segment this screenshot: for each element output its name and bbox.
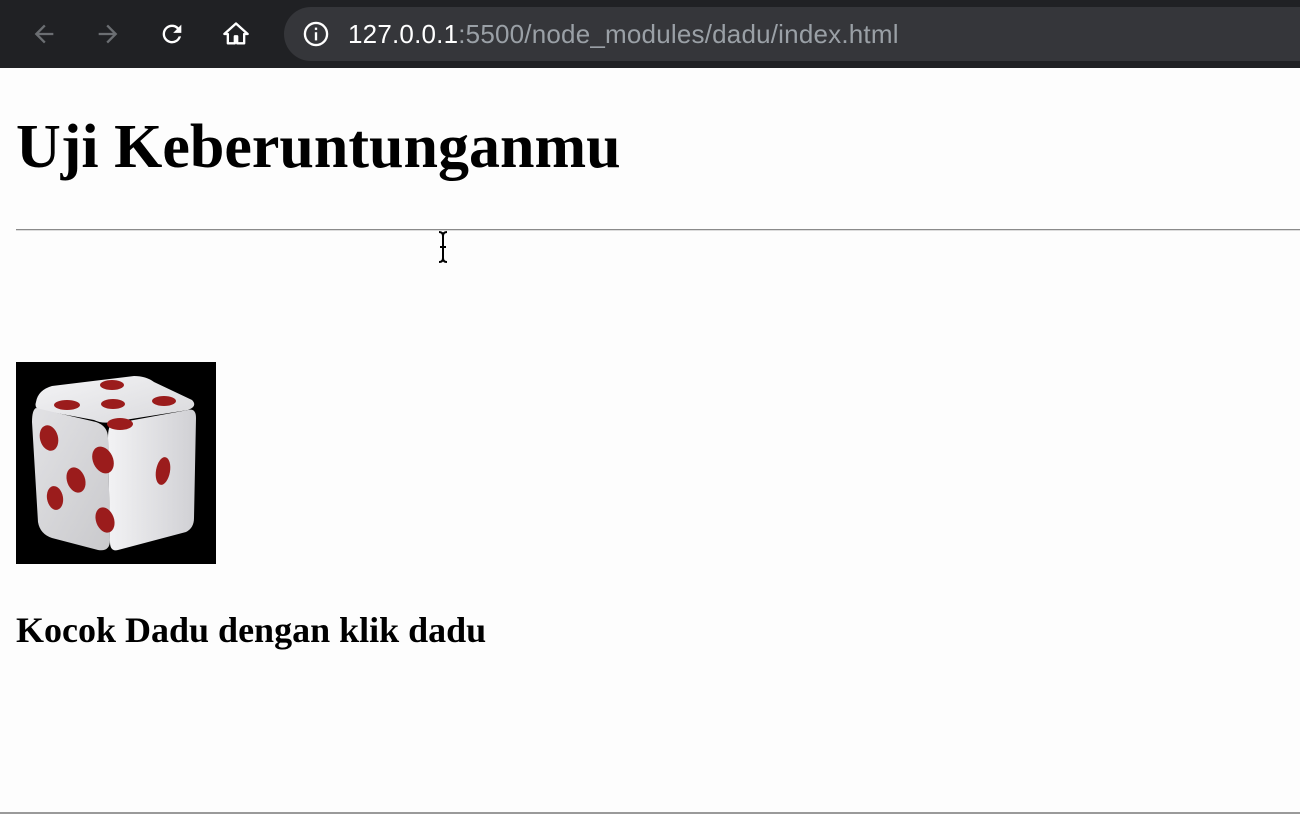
address-bar[interactable]: 127.0.0.1:5500/node_modules/dadu/index.h… <box>284 7 1300 61</box>
page-title: Uji Keberuntunganmu <box>16 113 621 181</box>
home-button[interactable] <box>214 12 258 56</box>
dice-caption: Kocok Dadu dengan klik dadu <box>16 610 487 650</box>
forward-button[interactable] <box>86 12 130 56</box>
url-host: 127.0.0.1 <box>348 18 459 49</box>
text-cursor-icon <box>438 231 448 263</box>
horizontal-rule <box>16 229 1300 231</box>
url-path: :5500/node_modules/dadu/index.html <box>458 18 899 49</box>
info-icon[interactable] <box>302 20 330 48</box>
forward-arrow-icon <box>98 24 118 44</box>
back-button[interactable] <box>22 12 66 56</box>
dice-image[interactable] <box>16 362 216 564</box>
home-icon <box>223 22 249 45</box>
reload-icon <box>162 24 182 44</box>
dice-icon <box>32 376 196 551</box>
back-arrow-icon <box>34 24 54 44</box>
url-text[interactable]: 127.0.0.1:5500/node_modules/dadu/index.h… <box>348 19 899 50</box>
browser-toolbar: 127.0.0.1:5500/node_modules/dadu/index.h… <box>0 0 1300 68</box>
page-content: Uji Keberuntunganmu Kocok Dadu dengan kl… <box>0 68 1300 814</box>
reload-button[interactable] <box>150 12 194 56</box>
